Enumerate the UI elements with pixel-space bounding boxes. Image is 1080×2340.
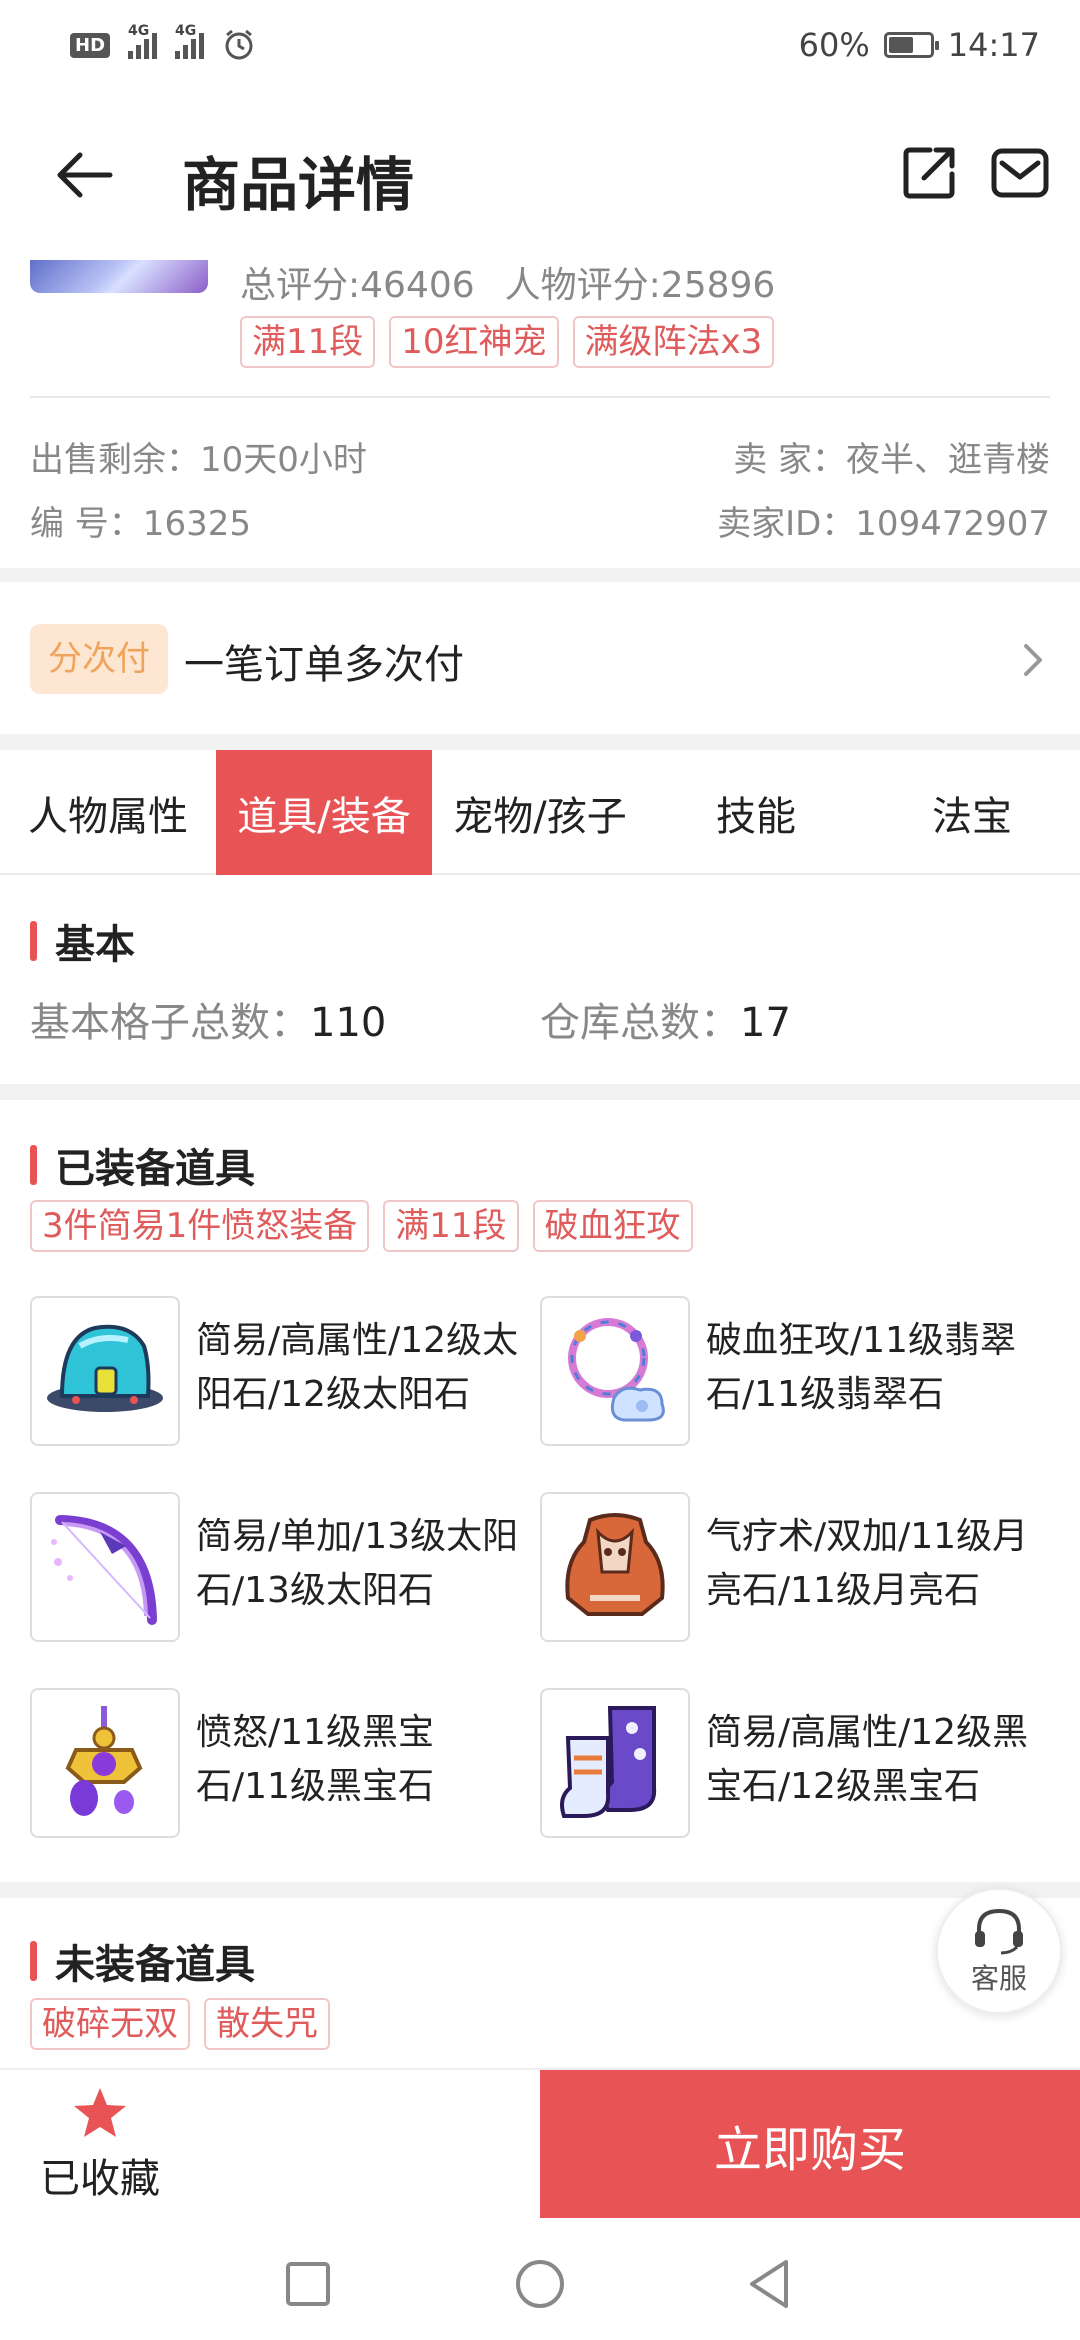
equipped-item[interactable]: 简易/单加/13级太阳石/13级太阳石 — [30, 1492, 526, 1642]
section-gap — [0, 568, 1080, 582]
necklace-icon — [540, 1296, 690, 1446]
grid-count-value: 110 — [310, 1000, 387, 1046]
buy-now-button[interactable]: 立即购买 — [540, 2070, 1080, 2220]
battery-percent: 60% — [798, 26, 870, 64]
grid-count-label: 基本格子总数： — [30, 1000, 310, 1046]
item-description: 简易/高属性/12级太阳石/12级太阳石 — [196, 1320, 519, 1415]
character-score: 人物评分:25896 — [504, 265, 776, 306]
signal-icon-2: 4G — [175, 23, 205, 59]
equipped-tag: 满11段 — [383, 1200, 519, 1252]
tab-skills[interactable]: 技能 — [648, 750, 864, 875]
favorite-button[interactable]: 已收藏 — [0, 2070, 200, 2220]
section-gap — [0, 734, 1080, 750]
unequipped-tags: 破碎无双 散失咒 — [30, 1998, 330, 2050]
title-accent-bar — [30, 1145, 37, 1185]
equipped-item[interactable]: 简易/高属性/12级黑宝石/12级黑宝石 — [540, 1688, 1036, 1838]
unequipped-title-text: 未装备道具 — [55, 1942, 255, 1988]
equipped-tags: 3件简易1件愤怒装备 满11段 破血狂攻 — [30, 1200, 693, 1252]
score-line: 总评分:46406 人物评分:25896 — [240, 256, 775, 308]
equipped-item[interactable]: 愤怒/11级黑宝石/11级黑宝石 — [30, 1688, 526, 1838]
star-icon — [74, 2088, 126, 2137]
summary-tag: 满11段 — [240, 316, 376, 368]
storage-count-value: 17 — [740, 1000, 791, 1046]
bow-weapon-icon — [30, 1492, 180, 1642]
summary-tags: 满11段 10红神宠 满级阵法x3 — [240, 316, 775, 368]
installment-badge: 分次付 — [30, 624, 168, 694]
back-arrow-icon[interactable] — [50, 145, 120, 205]
item-description: 破血狂攻/11级翡翠石/11级翡翠石 — [706, 1320, 1016, 1415]
seller-id: 卖家ID：109472907 — [717, 504, 1050, 544]
tab-character-attributes[interactable]: 人物属性 — [0, 750, 216, 875]
status-bar: HD 4G 4G 60% 14:17 — [0, 0, 1080, 90]
item-description: 气疗术/双加/11级月亮石/11级月亮石 — [706, 1516, 1029, 1611]
recent-apps-icon[interactable] — [278, 2254, 338, 2314]
equipped-item[interactable]: 气疗术/双加/11级月亮石/11级月亮石 — [540, 1492, 1036, 1642]
bottom-action-bar: 已收藏 立即购买 — [0, 2068, 1080, 2220]
belt-pendant-icon — [30, 1688, 180, 1838]
storage-count: 仓库总数：17 — [540, 990, 791, 1048]
equipped-tag: 3件简易1件愤怒装备 — [30, 1200, 370, 1252]
unequipped-tag: 散失咒 — [204, 1998, 330, 2050]
hd-indicator: HD — [70, 32, 111, 58]
app-header: 商品详情 — [0, 90, 1080, 260]
network-type-label: 4G — [128, 23, 150, 39]
basic-section-title: 基本 — [30, 912, 135, 970]
unequipped-tag: 破碎无双 — [30, 1998, 190, 2050]
customer-service-button[interactable]: 客服 — [936, 1888, 1062, 2014]
grid-count: 基本格子总数：110 — [30, 990, 386, 1048]
sale-remaining: 出售剩余：10天0小时 — [30, 440, 367, 480]
tab-items-equipment[interactable]: 道具/装备 — [216, 750, 432, 875]
equipped-tag: 破血狂攻 — [532, 1200, 693, 1252]
equipped-title-text: 已装备道具 — [55, 1146, 255, 1192]
favorite-label: 已收藏 — [40, 2156, 160, 2202]
share-icon[interactable] — [900, 142, 960, 202]
helmet-icon — [30, 1296, 180, 1446]
equipped-section-title: 已装备道具 — [30, 1136, 255, 1194]
equipped-item[interactable]: 简易/高属性/12级太阳石/12级太阳石 — [30, 1296, 526, 1446]
total-score: 总评分:46406 — [240, 265, 475, 306]
page-title: 商品详情 — [182, 151, 415, 219]
section-gap — [0, 1084, 1080, 1100]
armor-icon — [540, 1492, 690, 1642]
equipped-item[interactable]: 破血狂攻/11级翡翠石/11级翡翠石 — [540, 1296, 1036, 1446]
detail-tabs: 人物属性 道具/装备 宠物/孩子 技能 法宝 — [0, 750, 1080, 875]
clock: 14:17 — [947, 26, 1040, 64]
item-description: 简易/单加/13级太阳石/13级太阳石 — [196, 1516, 519, 1611]
item-description: 简易/高属性/12级黑宝石/12级黑宝石 — [706, 1712, 1029, 1807]
summary-tag: 满级阵法x3 — [572, 316, 775, 368]
character-avatar — [30, 255, 208, 293]
summary-tag: 10红神宠 — [389, 316, 559, 368]
network-type-label-2: 4G — [175, 23, 197, 39]
status-right: 60% 14:17 — [799, 26, 1040, 64]
alarm-icon — [225, 29, 253, 60]
status-left: HD 4G 4G — [70, 23, 256, 62]
chevron-right-icon — [1024, 644, 1042, 676]
seller-name: 卖 家：夜半、逛青楼 — [733, 440, 1050, 480]
storage-count-label: 仓库总数： — [540, 1000, 740, 1046]
headset-icon — [975, 1908, 1023, 1955]
home-icon[interactable] — [510, 2254, 570, 2314]
item-number: 编 号：16325 — [30, 504, 251, 544]
item-description: 愤怒/11级黑宝石/11级黑宝石 — [196, 1712, 434, 1807]
title-accent-bar — [30, 1941, 37, 1981]
tab-pets-children[interactable]: 宠物/孩子 — [432, 750, 648, 875]
title-accent-bar — [30, 921, 37, 961]
basic-title-text: 基本 — [55, 922, 135, 968]
signal-icon: 4G — [128, 23, 158, 59]
unequipped-section-title: 未装备道具 — [30, 1932, 255, 1990]
section-gap — [0, 1882, 1080, 1898]
battery-icon — [883, 32, 939, 58]
installment-text: 一笔订单多次付 — [184, 642, 464, 688]
tab-treasures[interactable]: 法宝 — [864, 750, 1080, 875]
message-icon[interactable] — [990, 145, 1050, 201]
divider — [30, 396, 1050, 398]
system-nav-bar — [0, 2218, 1080, 2340]
boots-icon — [540, 1688, 690, 1838]
back-triangle-icon[interactable] — [740, 2254, 800, 2314]
customer-service-label: 客服 — [970, 1962, 1027, 1995]
